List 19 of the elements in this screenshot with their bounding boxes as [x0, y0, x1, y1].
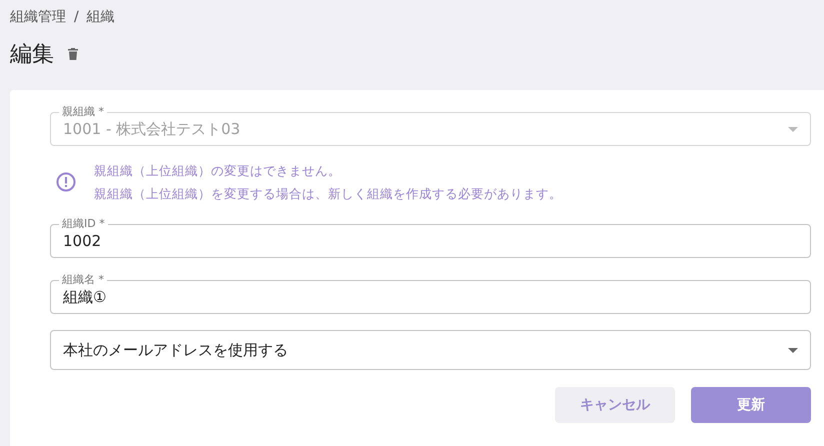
breadcrumb-item[interactable]: 組織管理: [10, 8, 66, 26]
input-field[interactable]: 組織ID * 1002: [50, 218, 811, 258]
field-value: 本社のメールアドレスを使用する: [63, 340, 289, 360]
breadcrumb-item: 組織: [86, 8, 115, 26]
caret-icon[interactable]: [788, 348, 798, 352]
notice-text: 親組織（上位組織）の変更はできません。: [94, 162, 342, 180]
breadcrumb-separator: /: [74, 9, 79, 25]
input-field[interactable]: 組織名 * 組織①: [50, 274, 811, 314]
field-label: 組織ID *: [61, 218, 106, 230]
info-icon: [56, 172, 76, 192]
page-title: 編集: [10, 41, 54, 69]
notice-text: 親組織（上位組織）を変更する場合は、新しく組織を作成する必要があります。: [94, 185, 563, 203]
field-value: 1001 - 株式会社テスト03: [63, 120, 242, 138]
trash-icon[interactable]: [68, 48, 78, 60]
field-label: 組織名 *: [61, 274, 105, 286]
field-label: 親組織 *: [61, 106, 105, 118]
field-value: 1002: [63, 232, 102, 250]
select-field[interactable]: 本社のメールアドレスを使用する: [50, 330, 811, 370]
field-value: 組織①: [63, 288, 108, 306]
